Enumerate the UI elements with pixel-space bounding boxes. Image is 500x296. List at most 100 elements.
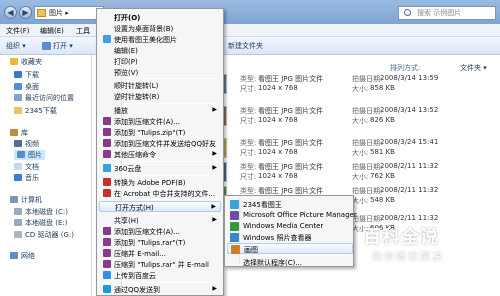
file-date: 2008/3/24 15:41 [380,138,439,146]
sidebar-item[interactable]: 桌面 [14,82,39,92]
arrange-by-dropdown[interactable]: 文件夹 ▾ [460,63,487,73]
open-with-item[interactable]: Windows Media Center [227,221,353,232]
context-menu-item[interactable]: 设置为桌面背景(B) [99,23,221,34]
submenu-arrow-icon: ▶ [212,149,217,157]
sidebar-item-label: 收藏夹 [21,58,42,66]
acrobat-icon [103,188,111,197]
context-menu-item[interactable]: 通过QQ发送到 ▶ [99,284,221,295]
back-icon[interactable]: ◀ [4,6,17,19]
context-menu-item[interactable]: 播放 ▶ [99,105,221,116]
sidebar-item[interactable]: 音乐 [14,173,39,183]
sidebar-item[interactable]: 本地磁盘 (C:) [14,207,68,217]
open-with-item[interactable]: 2345看图王 [227,199,353,210]
recent-icon [14,94,22,101]
file-type: 看图王 JPG 图片文件 [258,163,324,171]
organize-button[interactable]: 组织 ▾ [6,41,26,51]
address-part[interactable]: 图片 [49,9,63,17]
sidebar-item-label: 计算机 [21,196,42,204]
sidebar-item[interactable]: CD 驱动器 (G:) [14,230,74,240]
file-size-label: 大小: [352,173,369,181]
qq-icon [103,284,111,293]
context-menu-item[interactable]: 其他压缩命令 ▶ [99,149,221,160]
sidebar-item[interactable]: 下载 [14,70,39,80]
context-menu-item-label: 编辑(E) [114,46,138,55]
sidebar-item[interactable]: 视频 [14,139,39,149]
open-with-item[interactable]: 选择默认程序(C)... [227,257,353,268]
context-menu-item[interactable]: 添加到压缩文件(A)... [99,116,221,127]
sidebar-item[interactable]: 最近访问的位置 [14,93,74,103]
open-with-item[interactable]: Windows 照片查看器 [227,232,353,243]
music-icon [14,174,22,181]
sidebar-item[interactable]: 收藏夹 [10,57,42,67]
sidebar-item[interactable]: 文档 [14,162,39,172]
menu-separator [125,281,219,283]
context-menu-item[interactable]: 转换为 Adobe PDF(B) [99,177,221,188]
context-menu-item-label: 播放 [114,107,128,116]
context-menu-item-label: 添加到压缩文件(A)... [114,228,180,237]
sidebar-item-label: 网络 [21,252,35,260]
context-menu-item[interactable]: 压缩到 "Tulips.rar" 并 E-mail [99,259,221,270]
menu-separator [125,174,219,176]
sidebar-item[interactable]: 库 [10,128,28,138]
submenu-arrow-icon: ▶ [211,203,216,211]
photo-viewer-icon [230,233,239,242]
menu-edit[interactable]: 编辑(E) [40,26,64,36]
file-size-label: 大小: [352,149,369,157]
context-menu-item-label: 打开(O) [114,14,141,22]
sidebar-item-label: 下载 [25,71,39,79]
context-menu-item[interactable]: 打开(O) [99,12,221,23]
disk-icon [14,208,22,215]
file-dim-label: 尺寸: [240,149,257,157]
file-date: 2008/2/11 11:32 [380,186,439,194]
context-menu-item[interactable]: 添加到压缩文件(A)... [99,226,221,237]
context-menu-item[interactable]: 上传到百度云 [99,270,221,281]
address-separator[interactable]: ▸ [65,9,69,17]
context-menu: 打开(O) 设置为桌面背景(B) 使用看图王美化图片 编辑(E) 打印(P) 预览(V) 顺… [96,8,224,296]
address-bar[interactable]: 图片 ▸ [34,6,104,20]
context-menu-item[interactable]: 打印(P) [99,56,221,67]
file-date: 2008/2/11 11:32 [380,162,439,170]
file-date-label: 拍摄日期: [352,139,383,147]
open-with-item-label: 选择默认程序(C)... [243,259,303,267]
context-menu-item[interactable]: 预览(V) [99,67,221,78]
open-with-item-label: 画图 [244,246,258,254]
menu-tools[interactable]: 工具 [76,26,90,36]
open-with-item-label: 2345看图王 [243,201,282,209]
sidebar-item-label: 桌面 [25,83,39,91]
open-with-item[interactable]: 画图 [227,243,353,254]
context-menu-item-label: 添加到压缩文件(A)... [114,118,180,127]
open-with-item[interactable]: Microsoft Office Picture Manager [227,210,357,221]
new-folder-button[interactable]: 新建文件夹 [228,41,263,51]
context-menu-item[interactable]: 使用看图王美化图片 [99,34,221,45]
file-dim-label: 尺寸: [240,173,257,181]
sidebar-item[interactable]: 计算机 [10,195,42,205]
context-menu-item[interactable]: 添加到 "Tulips.zip"(T) [99,127,221,138]
context-menu-item[interactable]: 360云盘 ▶ [99,163,221,174]
context-menu-item[interactable]: 压缩并 E-mail... [99,248,221,259]
file-dim: 1024 x 768 [258,84,298,92]
context-menu-item-label: 压缩到 "Tulips.rar" 并 E-mail [114,260,209,269]
file-size-label: 大小: [352,117,369,125]
context-menu-item[interactable]: 打开方式(H) ▶ [99,201,221,213]
file-dim-label: 尺寸: [240,85,257,93]
context-menu-item[interactable]: 顺时针旋转(L) [99,80,221,91]
file-type: 看图王 JPG 图片文件 [258,107,324,115]
winrar-icon [103,249,111,257]
file-date: 2008/2/11 11:32 [380,214,439,222]
context-menu-item[interactable]: 逆时针旋转(R) [99,91,221,102]
sidebar-item[interactable]: 2345下载 [14,106,57,116]
open-button[interactable]: 打开 ▾ [53,41,73,51]
context-menu-item[interactable]: 编辑(E) [99,45,221,56]
sidebar-item[interactable]: 图片 [14,150,45,160]
menu-file[interactable]: 文件(F) [6,26,30,36]
kantuwang-icon [103,34,111,43]
cd-icon [14,231,22,238]
context-menu-item[interactable]: 在 Acrobat 中合并支持的文件... [99,188,221,199]
context-menu-item[interactable]: 添加到 "Tulips.rar"(T) [99,237,221,248]
context-menu-item[interactable]: 共享(H) ▶ [99,215,221,226]
context-menu-item[interactable]: 添加到压缩文件并发送给QQ好友 [99,138,221,149]
sidebar-item[interactable]: 本地磁盘 (E:) [14,218,67,228]
search-input[interactable]: 搜索 示例图片 [398,6,496,20]
forward-icon[interactable]: ▶ [19,6,32,19]
sidebar-item[interactable]: 网络 [10,251,35,261]
